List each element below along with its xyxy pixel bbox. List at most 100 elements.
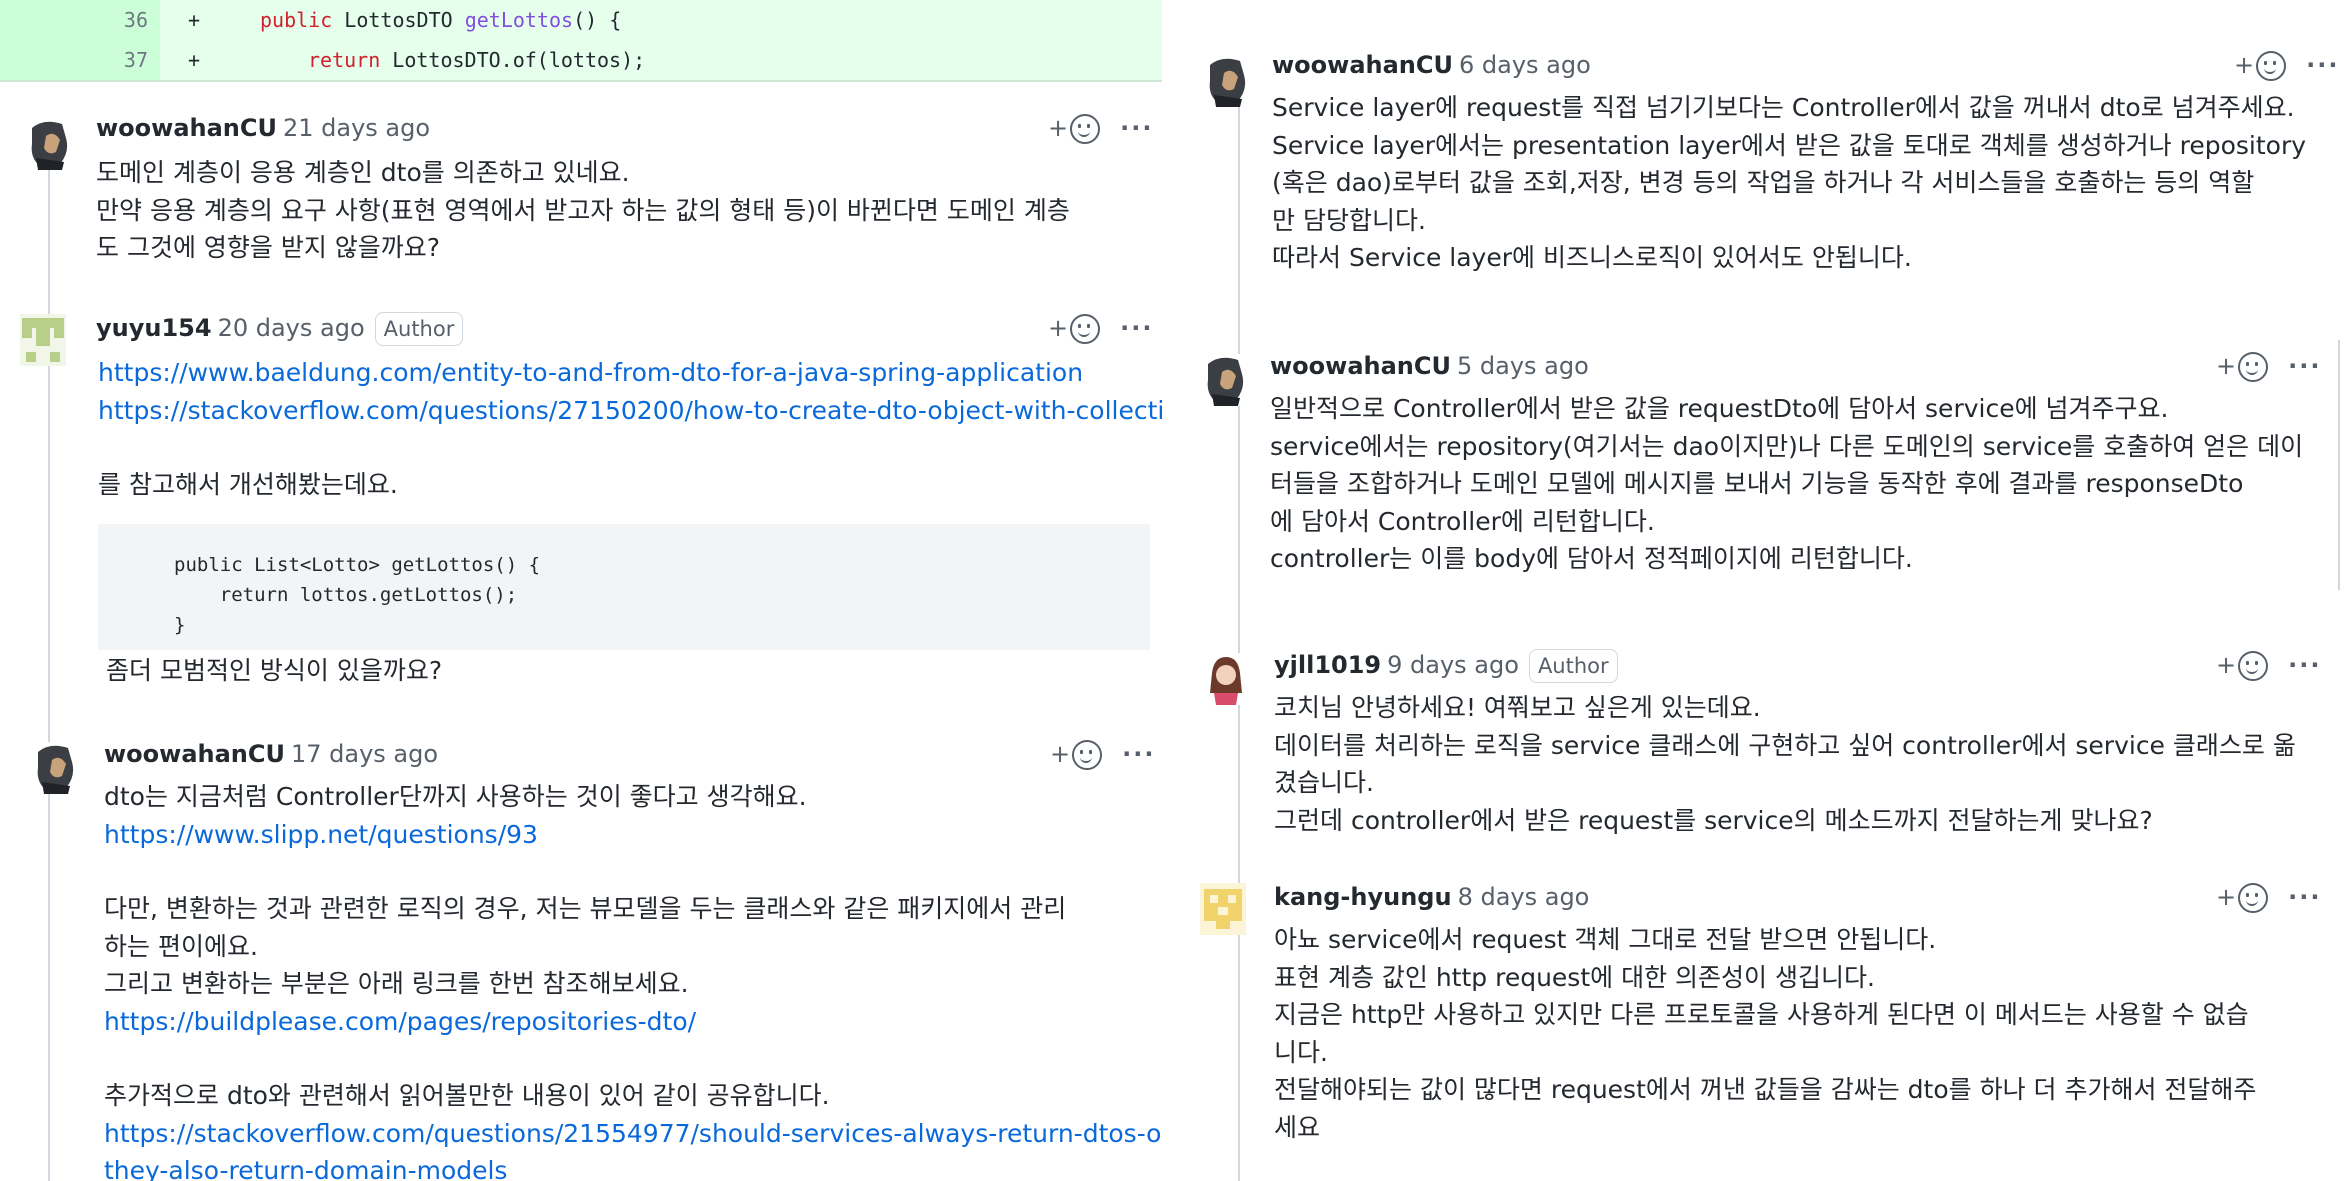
code-block: public List<Lotto> getLottos() { return … bbox=[98, 523, 1150, 650]
diff-code: return LottosDTO.of(lottos); bbox=[308, 40, 645, 80]
comment-body: https://www.baeldung.com/entity-to-and-f… bbox=[98, 354, 1162, 689]
comment-text: 그리고 변환하는 부분은 아래 링크를 한번 참조해보세요. bbox=[104, 969, 689, 998]
timestamp[interactable]: 20 days ago bbox=[218, 314, 365, 342]
comment-text: service에서는 repository(여기서는 dao이지만)나 다른 도… bbox=[1270, 431, 2304, 461]
comment-actions: + ··· bbox=[1048, 308, 1153, 348]
comment-text: 코치님 안녕하세요! 여쭤보고 싶은게 있는데요. bbox=[1274, 693, 1761, 722]
add-reaction-button[interactable]: + bbox=[1048, 114, 1101, 144]
comment-header: yjll1019 9 days ago Author bbox=[1274, 645, 1618, 685]
timestamp[interactable]: 21 days ago bbox=[283, 114, 430, 142]
plus-label: + bbox=[1048, 114, 1069, 142]
smiley-icon bbox=[2256, 51, 2287, 81]
code-type: LottosDTO bbox=[332, 8, 465, 32]
comment-body: Service layer에 request를 직접 넘기기보다는 Contro… bbox=[1272, 89, 2306, 277]
review-comment: yjll1019 9 days ago Author + ··· 코치님 안녕하세요!… bbox=[1190, 645, 2346, 845]
author-name[interactable]: kang-hyungu bbox=[1274, 883, 1452, 911]
timestamp[interactable]: 6 days ago bbox=[1459, 51, 1591, 79]
comment-actions: + ··· bbox=[2234, 45, 2339, 85]
author-name[interactable]: woowahanCU bbox=[1270, 352, 1451, 380]
more-options-button[interactable]: ··· bbox=[1122, 734, 1155, 774]
comment-actions: + ··· bbox=[2216, 877, 2321, 917]
review-comment: woowahanCU 17 days ago + ··· dto는 지금처럼 Con… bbox=[0, 734, 1162, 1181]
comment-body: 아뇨 service에서 request 객체 그대로 전달 받으면 안됩니다.… bbox=[1274, 921, 2256, 1146]
more-options-button[interactable]: ··· bbox=[2306, 45, 2339, 85]
comment-text: 다만, 변환하는 것과 관련한 로직의 경우, 저는 뷰모델을 두는 클래스와 … bbox=[104, 894, 1067, 923]
comment-actions: + ··· bbox=[1050, 734, 1155, 774]
line-number[interactable]: 36 bbox=[0, 0, 160, 40]
comment-text: 도 그것에 영향을 받지 않을까요? bbox=[96, 233, 441, 262]
comment-text: 좀더 모범적인 방식이 있을까요? bbox=[106, 655, 443, 685]
comment-text: 를 참고해서 개선해봤는데요. bbox=[98, 470, 398, 499]
comment-text: 전달해야되는 값이 많다면 request에서 꺼낸 값들을 감싸는 dto를 … bbox=[1274, 1075, 2257, 1104]
smiley-icon bbox=[1070, 314, 1101, 344]
comment-text: 만 담당합니다. bbox=[1272, 205, 1426, 235]
avatar[interactable] bbox=[1202, 653, 1248, 705]
comment-text: 데이터를 처리하는 로직을 service 클래스에 구현하고 싶어 contr… bbox=[1274, 730, 2296, 760]
comment-header: kang-hyungu 8 days ago bbox=[1274, 877, 1589, 917]
more-options-button[interactable]: ··· bbox=[2288, 645, 2321, 685]
line-number[interactable]: 37 bbox=[0, 40, 160, 80]
author-name[interactable]: woowahanCU bbox=[96, 114, 277, 142]
author-name[interactable]: yuyu154 bbox=[96, 314, 212, 342]
add-reaction-button[interactable]: + bbox=[2216, 651, 2269, 681]
plus-label: + bbox=[2216, 651, 2237, 679]
comment-body: dto는 지금처럼 Controller단까지 사용하는 것이 좋다고 생각해요… bbox=[104, 778, 1162, 1181]
comment-text: 터들을 조합하거나 도메인 모델에 메시지를 보내서 기능을 동작한 후에 결과… bbox=[1270, 469, 2244, 498]
smiley-icon bbox=[1070, 114, 1101, 144]
reference-link[interactable]: https://www.slipp.net/questions/93 bbox=[104, 820, 538, 849]
add-reaction-button[interactable]: + bbox=[2234, 51, 2287, 81]
diff-code: public LottosDTO getLottos() { bbox=[260, 0, 621, 40]
reference-link[interactable]: they-also-return-domain-models bbox=[104, 1156, 507, 1181]
more-options-button[interactable]: ··· bbox=[1120, 108, 1153, 148]
reference-link[interactable]: https://buildplease.com/pages/repositori… bbox=[104, 1007, 696, 1036]
comment-text: 겼습니다. bbox=[1274, 768, 1374, 797]
comment-actions: + ··· bbox=[2216, 645, 2321, 685]
comment-header: woowahanCU 5 days ago bbox=[1270, 346, 1589, 386]
comment-text: (혹은 dao)로부터 값을 조회,저장, 변경 등의 작업을 하거나 각 서비… bbox=[1272, 168, 2255, 197]
comment-header: woowahanCU 21 days ago bbox=[96, 108, 430, 148]
plus-label: + bbox=[1050, 740, 1071, 768]
plus-label: + bbox=[2216, 352, 2237, 380]
comment-text: Service layer에 request를 직접 넘기기보다는 Contro… bbox=[1272, 93, 2295, 122]
avatar[interactable] bbox=[1202, 354, 1248, 406]
reference-link[interactable]: https://stackoverflow.com/questions/2715… bbox=[98, 396, 1162, 425]
diff-snippet: 36 + public LottosDTO getLottos() { 37 +… bbox=[0, 0, 1162, 82]
more-options-button[interactable]: ··· bbox=[2288, 346, 2321, 386]
add-reaction-button[interactable]: + bbox=[2216, 352, 2269, 382]
plus-label: + bbox=[2216, 883, 2237, 911]
avatar[interactable] bbox=[26, 118, 72, 170]
more-options-button[interactable]: ··· bbox=[2288, 877, 2321, 917]
reference-link[interactable]: https://www.baeldung.com/entity-to-and-f… bbox=[98, 358, 1083, 387]
code-keyword: public bbox=[260, 8, 333, 32]
reference-link[interactable]: https://stackoverflow.com/questions/2155… bbox=[104, 1119, 1162, 1148]
timestamp[interactable]: 5 days ago bbox=[1457, 352, 1589, 380]
author-name[interactable]: woowahanCU bbox=[104, 740, 285, 768]
avatar[interactable] bbox=[1200, 883, 1246, 935]
diff-add-marker: + bbox=[188, 8, 201, 32]
avatar[interactable] bbox=[20, 314, 66, 366]
review-comment: woowahanCU 6 days ago + ··· Service layer에… bbox=[1190, 45, 2346, 295]
comment-text: 지금은 http만 사용하고 있지만 다른 프로토콜을 사용하게 된다면 이 메… bbox=[1274, 1000, 2249, 1029]
comment-body: 도메인 계층이 응용 계층인 dto를 의존하고 있네요. 만약 응용 계층의 … bbox=[96, 154, 1070, 267]
add-reaction-button[interactable]: + bbox=[1050, 740, 1103, 770]
comment-text: controller는 이를 body에 담아서 정적페이지에 리턴합니다. bbox=[1270, 544, 1913, 573]
review-comment: kang-hyungu 8 days ago + ··· 아뇨 service에서 … bbox=[1190, 877, 2346, 1181]
smiley-icon bbox=[2238, 651, 2269, 681]
avatar[interactable] bbox=[1204, 55, 1250, 107]
code-rest: LottosDTO.of(lottos); bbox=[380, 48, 646, 72]
timestamp[interactable]: 8 days ago bbox=[1458, 883, 1590, 911]
right-panel: woowahanCU 6 days ago + ··· Service layer에… bbox=[1190, 0, 2346, 1181]
author-name[interactable]: yjll1019 bbox=[1274, 651, 1381, 679]
avatar[interactable] bbox=[32, 742, 78, 794]
more-options-button[interactable]: ··· bbox=[1120, 308, 1153, 348]
comment-text: 표현 계층 값인 http request에 대한 의존성이 생깁니다. bbox=[1274, 962, 1875, 992]
author-name[interactable]: woowahanCU bbox=[1272, 51, 1453, 79]
review-comment: woowahanCU 5 days ago + ··· 일반적으로 Controll… bbox=[1190, 346, 2346, 596]
smiley-icon bbox=[1072, 740, 1103, 770]
timestamp[interactable]: 17 days ago bbox=[291, 740, 438, 768]
add-reaction-button[interactable]: + bbox=[2216, 883, 2269, 913]
add-reaction-button[interactable]: + bbox=[1048, 314, 1101, 344]
timestamp[interactable]: 9 days ago bbox=[1387, 651, 1519, 679]
plus-label: + bbox=[1048, 314, 1069, 342]
code-keyword: return bbox=[308, 48, 381, 72]
